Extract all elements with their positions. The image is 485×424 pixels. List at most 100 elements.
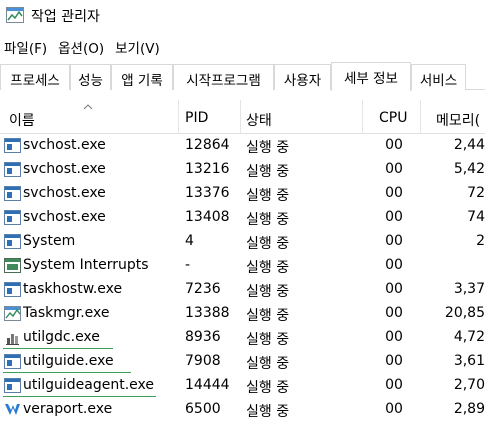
process-name: utilguide.exe	[23, 353, 114, 369]
process-status: 실행 중	[246, 380, 290, 396]
process-cpu: 00	[385, 257, 403, 273]
process-name: svchost.exe	[23, 161, 106, 177]
process-status: 실행 중	[246, 284, 290, 300]
tab-performance[interactable]: 성능	[70, 64, 111, 90]
process-memory: 74	[467, 209, 485, 225]
column-header-name[interactable]: 이름	[9, 110, 35, 130]
title-bar: 작업 관리자	[0, 0, 485, 32]
process-memory: 2,44	[453, 137, 485, 153]
tab-details[interactable]: 세부 정보	[331, 62, 411, 91]
menu-view[interactable]: 보기(V)	[111, 34, 167, 58]
service-host-icon	[4, 186, 21, 201]
process-pid: 12864	[185, 137, 230, 153]
utilgdc-icon	[4, 330, 21, 345]
menu-file[interactable]: 파일(F)	[0, 34, 54, 58]
column-separator[interactable]	[362, 100, 363, 134]
system-interrupts-icon	[4, 258, 21, 273]
process-memory: 4,72	[453, 329, 485, 345]
process-status: 실행 중	[246, 332, 290, 348]
process-row[interactable]: utilgdc.exe 8936 실행 중 00 4,72	[0, 326, 485, 350]
process-cpu: 00	[385, 377, 403, 393]
tab-bar: 프로세스 성능 앱 기록 시작프로그램 사용자 세부 정보 서비스	[0, 62, 485, 91]
process-memory: 72	[467, 185, 485, 201]
sort-ascending-icon	[83, 104, 93, 110]
highlight-underline	[3, 396, 156, 397]
process-pid: 7236	[185, 281, 221, 297]
process-status: 실행 중	[246, 404, 290, 420]
process-cpu: 00	[385, 305, 403, 321]
process-memory: 2,89	[453, 401, 485, 417]
process-cpu: 00	[385, 137, 403, 153]
process-status: 실행 중	[246, 212, 290, 228]
process-row[interactable]: svchost.exe 13216 실행 중 00 5,42	[0, 158, 485, 182]
process-row[interactable]: veraport.exe 6500 실행 중 00 2,89	[0, 398, 485, 422]
process-memory: 2	[476, 233, 485, 249]
process-memory: 20,85	[444, 305, 485, 321]
process-row[interactable]: Taskmgr.exe 13388 실행 중 00 20,85	[0, 302, 485, 326]
process-cpu: 00	[385, 401, 403, 417]
process-pid: -	[185, 257, 191, 273]
process-cpu: 00	[385, 209, 403, 225]
process-pid: 8936	[185, 329, 221, 345]
service-host-icon	[4, 210, 21, 225]
process-name: System	[23, 233, 76, 249]
column-separator[interactable]	[178, 100, 179, 134]
process-name: svchost.exe	[23, 209, 106, 225]
highlight-underline	[3, 372, 131, 373]
tab-processes[interactable]: 프로세스	[0, 64, 70, 90]
process-status: 실행 중	[246, 260, 290, 276]
process-pid: 14444	[185, 377, 230, 393]
process-memory: 3,37	[453, 281, 485, 297]
process-row[interactable]: svchost.exe 12864 실행 중 00 2,44	[0, 134, 485, 158]
process-memory: 5,42	[453, 161, 485, 177]
utilguide-icon	[4, 354, 21, 369]
process-row[interactable]: svchost.exe 13376 실행 중 00 72	[0, 182, 485, 206]
process-status: 실행 중	[246, 164, 290, 180]
process-row[interactable]: svchost.exe 13408 실행 중 00 74	[0, 206, 485, 230]
tab-services[interactable]: 서비스	[411, 64, 466, 90]
process-status: 실행 중	[246, 356, 290, 372]
process-pid: 13376	[185, 185, 230, 201]
veraport-icon	[4, 402, 21, 417]
process-name: taskhostw.exe	[23, 281, 123, 297]
process-name: Taskmgr.exe	[23, 305, 110, 321]
process-pid: 13216	[185, 161, 230, 177]
process-name: utilgdc.exe	[23, 329, 100, 345]
process-name: utilguideagent.exe	[23, 377, 155, 393]
tab-users[interactable]: 사용자	[274, 64, 331, 90]
column-header-status[interactable]: 상태	[246, 110, 272, 130]
tab-startup[interactable]: 시작프로그램	[173, 64, 274, 90]
utilguideagent-icon	[4, 378, 21, 393]
column-header-cpu[interactable]: CPU	[379, 110, 407, 126]
process-row[interactable]: System Interrupts - 실행 중 00	[0, 254, 485, 278]
process-pid: 13408	[185, 209, 230, 225]
process-cpu: 00	[385, 281, 403, 297]
process-cpu: 00	[385, 185, 403, 201]
column-separator[interactable]	[420, 100, 421, 134]
process-row[interactable]: taskhostw.exe 7236 실행 중 00 3,37	[0, 278, 485, 302]
column-header-memory[interactable]: 메모리(	[436, 110, 480, 130]
process-name: veraport.exe	[23, 401, 113, 417]
process-status: 실행 중	[246, 308, 290, 324]
process-memory: 3,61	[453, 353, 485, 369]
process-row[interactable]: System 4 실행 중 00 2	[0, 230, 485, 254]
process-memory: 2,70	[453, 377, 485, 393]
column-header-pid[interactable]: PID	[185, 110, 208, 126]
column-separator[interactable]	[240, 100, 241, 134]
process-status: 실행 중	[246, 188, 290, 204]
task-manager-icon	[6, 7, 24, 23]
service-host-icon	[4, 138, 21, 153]
task-host-icon	[4, 282, 21, 297]
menu-options[interactable]: 옵션(O)	[54, 34, 111, 58]
service-host-icon	[4, 162, 21, 177]
tab-app-history[interactable]: 앱 기록	[111, 64, 173, 90]
process-row[interactable]: utilguideagent.exe 14444 실행 중 00 2,70	[0, 374, 485, 398]
process-cpu: 00	[385, 161, 403, 177]
process-pid: 4	[185, 233, 194, 249]
task-manager-icon	[4, 306, 21, 321]
process-cpu: 00	[385, 329, 403, 345]
menu-bar: 파일(F) 옵션(O) 보기(V)	[0, 34, 167, 58]
system-icon	[4, 234, 21, 249]
process-row[interactable]: utilguide.exe 7908 실행 중 00 3,61	[0, 350, 485, 374]
process-name: svchost.exe	[23, 137, 106, 153]
